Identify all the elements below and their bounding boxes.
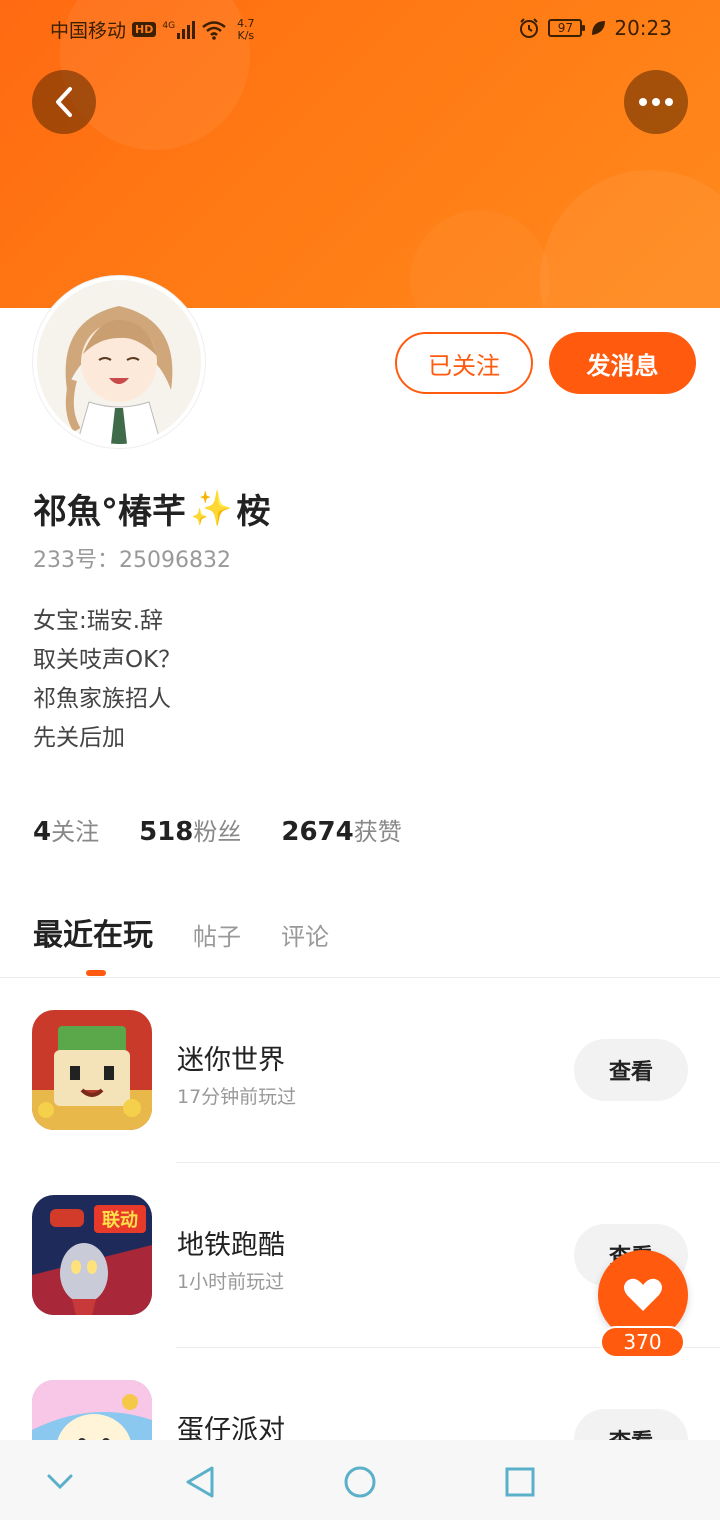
hide-keyboard-button[interactable] bbox=[40, 1462, 80, 1502]
followed-button[interactable]: 已关注 bbox=[395, 332, 533, 394]
battery-indicator: 97 bbox=[548, 19, 586, 37]
bio-line: 先关后加 bbox=[33, 725, 125, 751]
banner-decoration bbox=[540, 170, 720, 308]
likes-label: 获赞 bbox=[353, 818, 402, 846]
likes-stat: 2674获赞 bbox=[281, 812, 401, 847]
bio: 女宝:瑞安.辞 取关吱声OK？ 祁魚家族招人 先关后加 bbox=[33, 602, 181, 758]
speed-unit: K/s bbox=[237, 28, 255, 42]
more-options-button[interactable] bbox=[624, 70, 688, 134]
signal-icon: 4G bbox=[162, 20, 196, 39]
following-label: 关注 bbox=[51, 818, 100, 846]
followers-stat[interactable]: 518粉丝 bbox=[139, 812, 241, 847]
nav-recents-button[interactable] bbox=[500, 1462, 540, 1502]
send-message-button[interactable]: 发消息 bbox=[549, 332, 696, 394]
wifi-icon bbox=[202, 20, 226, 40]
tab-recently-played[interactable]: 最近在玩 bbox=[33, 910, 153, 954]
nav-back-button[interactable] bbox=[180, 1462, 220, 1502]
sparkles-emoji: ✨ bbox=[190, 488, 233, 529]
banner-decoration bbox=[410, 210, 550, 308]
followers-label: 粉丝 bbox=[193, 818, 242, 846]
chevron-left-icon bbox=[56, 87, 72, 117]
triangle-back-icon bbox=[186, 1466, 214, 1498]
profile-stats: 4关注 518粉丝 2674获赞 bbox=[33, 812, 402, 847]
anime-girl-avatar-image bbox=[37, 280, 201, 444]
followers-count: 518 bbox=[139, 817, 194, 847]
tab-comments[interactable]: 评论 bbox=[281, 917, 329, 952]
username-part2: 桉 bbox=[236, 492, 271, 532]
heart-icon bbox=[624, 1278, 662, 1311]
collab-badge-text: 联动 bbox=[102, 1210, 138, 1231]
game-name: 蛋仔派对 bbox=[177, 1415, 285, 1440]
like-count-badge: 370 bbox=[600, 1326, 685, 1358]
circle-home-icon bbox=[344, 1466, 376, 1498]
following-count: 4 bbox=[33, 817, 52, 847]
mini-world-game-icon bbox=[32, 1010, 152, 1130]
user-id: 233号：25096832 bbox=[33, 548, 231, 573]
hd-badge: HD bbox=[132, 22, 157, 37]
square-recents-icon bbox=[505, 1467, 535, 1497]
eggy-party-game-icon bbox=[32, 1380, 152, 1440]
profile-tabs: 最近在玩 帖子 评论 bbox=[33, 910, 329, 954]
active-tab-indicator bbox=[86, 970, 106, 976]
last-played: 1小时前玩过 bbox=[177, 1271, 285, 1293]
nav-home-button[interactable] bbox=[340, 1462, 380, 1502]
username-part1: 祁魚°椿芊 bbox=[33, 492, 186, 532]
list-item[interactable]: 蛋仔派对 查看 bbox=[0, 1380, 720, 1440]
back-button[interactable] bbox=[32, 70, 96, 134]
system-navigation-bar bbox=[0, 1440, 720, 1520]
following-stat[interactable]: 4关注 bbox=[33, 812, 99, 847]
bio-line: 祁魚家族招人 bbox=[33, 686, 171, 712]
username: 祁魚°椿芊 ✨ 桉 bbox=[33, 484, 270, 533]
network-type: 4G bbox=[162, 20, 176, 31]
carrier-name: 中国移动 bbox=[50, 20, 127, 42]
network-speed: 4.7 K/s bbox=[237, 17, 255, 42]
bio-line: 取关吱声OK？ bbox=[33, 647, 182, 673]
game-name: 迷你世界 bbox=[177, 1045, 285, 1076]
clock: 20:23 bbox=[614, 16, 672, 40]
chevron-down-icon bbox=[47, 1474, 73, 1490]
last-played: 17分钟前玩过 bbox=[177, 1086, 297, 1108]
likes-count: 2674 bbox=[281, 817, 354, 847]
alarm-icon bbox=[520, 18, 539, 38]
view-button[interactable]: 查看 bbox=[574, 1039, 688, 1101]
list-item[interactable]: 迷你世界 17分钟前玩过 查看 bbox=[0, 1010, 720, 1195]
more-dots-icon bbox=[639, 98, 673, 106]
tab-posts[interactable]: 帖子 bbox=[193, 917, 241, 952]
game-name: 地铁跑酷 bbox=[177, 1230, 285, 1261]
row-divider bbox=[176, 1162, 720, 1163]
bio-line: 女宝:瑞安.辞 bbox=[33, 608, 164, 634]
avatar[interactable] bbox=[33, 276, 205, 448]
subway-surfers-game-icon: 联动 bbox=[32, 1195, 152, 1315]
status-bar: 中国移动 HD 4G 4.7 K/s 97 20:23 bbox=[0, 0, 720, 56]
tab-divider bbox=[0, 977, 720, 978]
leaf-icon bbox=[592, 21, 606, 35]
view-button[interactable]: 查看 bbox=[574, 1409, 688, 1440]
